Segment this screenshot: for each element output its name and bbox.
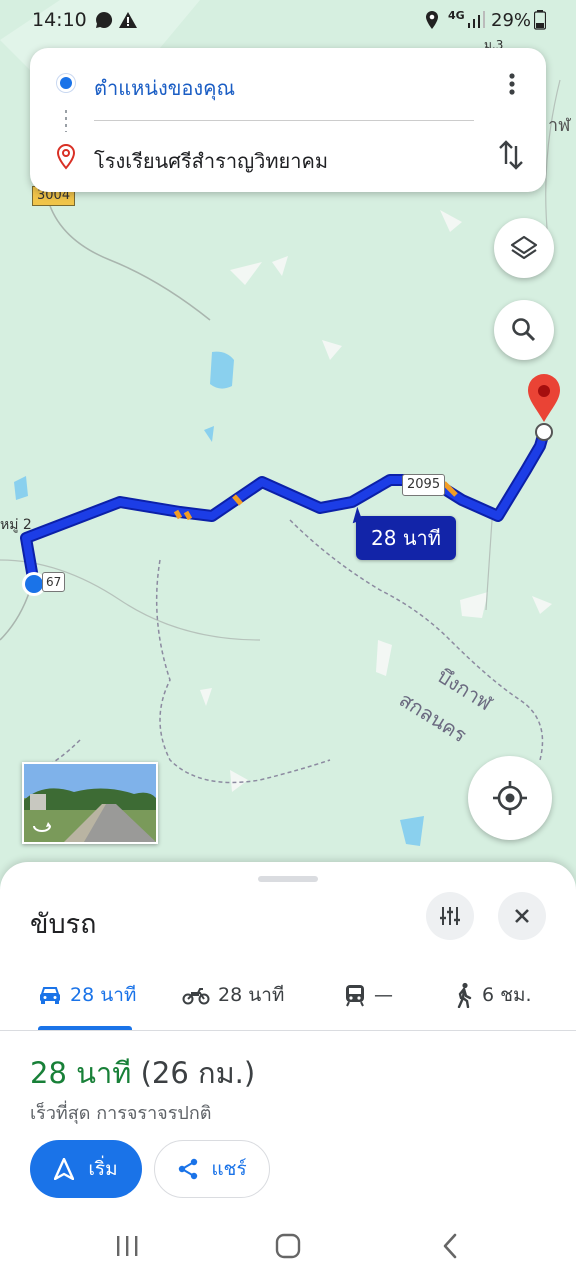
tab-transit[interactable]: — (344, 980, 393, 1010)
share-button[interactable]: แชร์ (154, 1140, 270, 1198)
route-options-button[interactable] (426, 892, 474, 940)
navigation-icon (54, 1158, 75, 1180)
tab-motorcycle[interactable]: 28 นาที (182, 980, 284, 1010)
my-location-button[interactable] (468, 756, 552, 840)
network-type: 4G (448, 9, 465, 22)
route-duration-callout[interactable]: 28 นาที (356, 516, 456, 560)
my-location-icon (493, 781, 527, 815)
route-search-card: ตำแหน่งของคุณ โรงเรียนศรีสำราญวิทยาคม (30, 48, 546, 192)
start-button-label: เริ่ม (88, 1158, 118, 1180)
home-button[interactable] (272, 1230, 304, 1262)
route-duration: 28 นาที (30, 1056, 132, 1090)
back-button[interactable] (436, 1230, 464, 1262)
destination-pin-icon (56, 143, 76, 174)
route-description: เร็วที่สุด การจราจรปกติ (30, 1103, 212, 1124)
close-icon (515, 909, 529, 923)
origin-field[interactable]: ตำแหน่งของคุณ (94, 72, 235, 104)
place-label-edge: าฬ (548, 115, 571, 136)
more-options-button[interactable] (500, 68, 524, 100)
swap-directions-button[interactable] (496, 138, 526, 172)
layers-button[interactable] (494, 218, 554, 278)
more-vert-icon (509, 73, 515, 95)
status-bar: 14:10 4G 29% (0, 0, 576, 44)
route-duration-text: 28 นาที (371, 526, 441, 550)
battery-icon (533, 10, 547, 35)
chat-notification-icon (94, 10, 114, 35)
road-shield-2095: 2095 (402, 474, 446, 496)
battery-percent: 29% (491, 10, 532, 31)
start-button[interactable]: เริ่ม (30, 1140, 142, 1198)
share-button-label: แชร์ (211, 1158, 247, 1180)
active-tab-indicator (38, 1026, 132, 1030)
location-icon (424, 10, 440, 35)
street-view-thumbnail[interactable] (22, 762, 158, 844)
home-icon (275, 1233, 301, 1259)
recent-apps-icon (117, 1236, 138, 1256)
car-icon (40, 987, 60, 1004)
status-time: 14:10 (32, 9, 87, 31)
search-icon (512, 318, 536, 342)
sheet-drag-handle[interactable] (258, 876, 318, 882)
tab-car-label: 28 นาที (70, 984, 137, 1006)
system-nav-bar (0, 1212, 576, 1280)
origin-dot-icon (60, 77, 72, 89)
destination-field[interactable]: โรงเรียนศรีสำราญวิทยาคม (94, 145, 328, 177)
search-button[interactable] (494, 300, 554, 360)
back-icon (443, 1233, 457, 1259)
tab-walk-label: 6 ชม. (482, 984, 532, 1006)
sheet-title: ขับรถ (30, 909, 97, 940)
warning-icon (118, 10, 138, 35)
route-divider (94, 120, 474, 121)
signal-icon (466, 10, 486, 35)
layers-icon (510, 235, 538, 260)
walk-icon (457, 982, 472, 1008)
swap-vert-icon (499, 140, 523, 170)
route-connector (65, 110, 67, 132)
tune-icon (440, 907, 460, 925)
route-distance: (26 กม.) (140, 1056, 256, 1090)
place-label-moo2: หมู่ 2 (0, 517, 32, 533)
tab-transit-label: — (374, 984, 393, 1006)
close-button[interactable] (498, 892, 546, 940)
route-summary: 28 นาที (26 กม.) (30, 1050, 255, 1096)
tab-motorcycle-label: 28 นาที (218, 984, 285, 1006)
tab-walk[interactable]: 6 ชม. (454, 980, 532, 1010)
share-icon (179, 1158, 198, 1180)
road-shield-67: 67 (42, 572, 66, 592)
street-view-image (24, 764, 156, 842)
transit-icon (346, 985, 364, 1007)
recent-apps-button[interactable] (110, 1232, 144, 1260)
travel-mode-tabs: 28 นาที 28 นาที — 6 ชม. (0, 964, 576, 1031)
tab-car[interactable]: 28 นาที (38, 980, 136, 1010)
motorcycle-icon (182, 988, 210, 1005)
